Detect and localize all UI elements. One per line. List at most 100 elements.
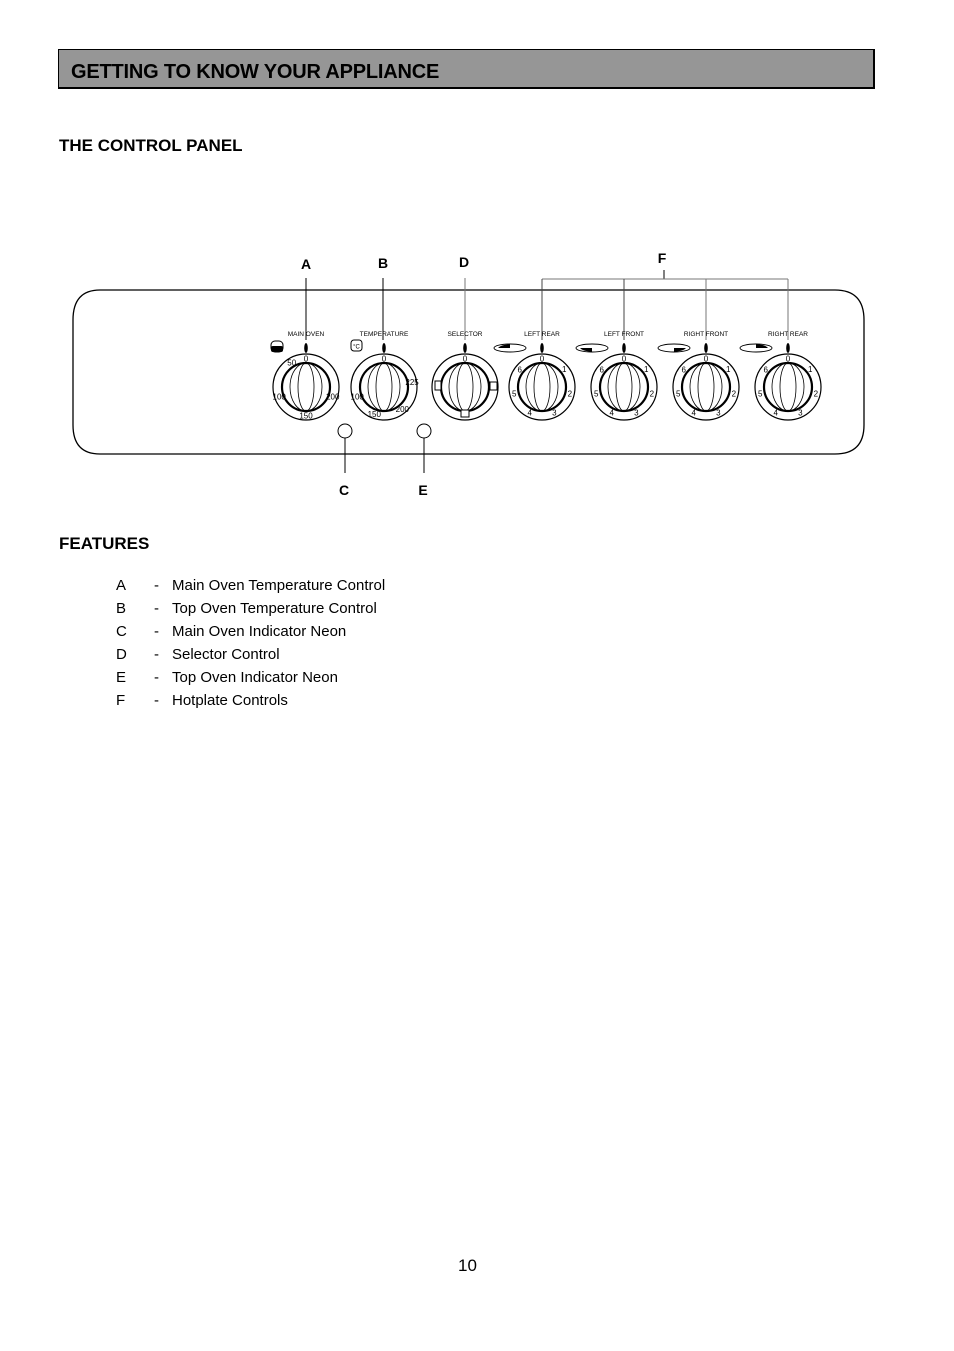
knob-label: LEFT REAR <box>524 331 560 338</box>
knob-scale-mark: 4 <box>527 409 532 418</box>
feature-letter: D <box>116 646 127 663</box>
knob-right-rear[interactable]: RIGHT REAR 0 1 2 3 4 5 6 <box>739 331 822 421</box>
callout-f: F <box>658 250 667 266</box>
knob-scale-mark: 0 <box>786 355 791 364</box>
selector-mode-icon <box>434 380 442 391</box>
pointer-marker-icon <box>540 343 544 353</box>
feature-letter: F <box>116 692 126 709</box>
knob-scale-mark: 100 <box>351 393 365 402</box>
knob-label: TEMPERATURE <box>360 331 409 338</box>
feature-letter: E <box>116 669 127 686</box>
knob-scale-mark: 6 <box>763 365 768 374</box>
feature-text: Top Oven Temperature Control <box>172 600 377 617</box>
knob-scale-mark: 2 <box>650 389 655 398</box>
knob-scale-mark: 3 <box>552 409 557 418</box>
knob-scale-mark: 100 <box>273 393 287 402</box>
feature-text: Top Oven Indicator Neon <box>172 669 338 686</box>
knob-scale-mark: 0 <box>704 355 709 364</box>
oven-icon-fill <box>271 346 283 352</box>
pointer-marker-icon <box>382 343 386 353</box>
knob-scale-mark: 50 <box>287 358 296 367</box>
knob-scale-mark: 0 <box>540 355 545 364</box>
top-oven-indicator-neon <box>416 423 432 439</box>
knob-scale-mark: 5 <box>594 389 599 398</box>
knob-scale-mark: 200 <box>396 405 410 414</box>
knob-scale-mark: 0 <box>304 355 309 364</box>
pointer-marker-icon <box>704 343 708 353</box>
page-number: 10 <box>458 1256 477 1275</box>
feature-dash: - <box>154 623 159 640</box>
callout-a: A <box>301 256 311 272</box>
celsius-glyph: °C <box>353 345 360 351</box>
pointer-marker-icon <box>304 343 308 353</box>
knob-scale-mark: 4 <box>773 409 778 418</box>
feature-dash: - <box>154 692 159 709</box>
knob-scale-mark: 6 <box>599 365 604 374</box>
pointer-marker-icon <box>463 343 467 353</box>
knob-scale-mark: 4 <box>609 409 614 418</box>
knob-scale-mark: 0 <box>463 355 468 364</box>
knob-right-front[interactable]: RIGHT FRONT 0 1 2 3 4 5 6 <box>657 331 740 421</box>
knob-scale-mark: 3 <box>634 409 639 418</box>
feature-item: C - Main Oven Indicator Neon <box>116 623 385 646</box>
selector-mode-icon <box>460 409 470 418</box>
knob-temperature[interactable]: TEMPERATURE 0 100150 200 225 °C <box>350 331 420 421</box>
feature-text: Main Oven Temperature Control <box>172 577 386 594</box>
callout-c: C <box>339 482 349 498</box>
control-panel-diagram: A B D F C E MAIN OVEN050100150200TEMPERA… <box>72 250 865 498</box>
feature-item: F - Hotplate Controls <box>116 692 385 715</box>
selector-mode-icon <box>489 381 498 391</box>
knob-scale-mark: 6 <box>681 365 686 374</box>
knob-scale-mark: 225 <box>405 378 419 387</box>
knob-scale-mark: 2 <box>814 389 819 398</box>
feature-letter: A <box>116 577 127 594</box>
knob-scale-mark: 0 <box>622 355 627 364</box>
knob-label: SELECTOR <box>448 331 483 338</box>
knob-label: LEFT FRONT <box>604 331 644 338</box>
knob-scale-mark: 1 <box>726 365 731 374</box>
knob-main-oven[interactable]: MAIN OVEN 0 50 100 150 200 <box>270 331 340 421</box>
feature-text: Main Oven Indicator Neon <box>172 623 347 640</box>
knob-scale-mark: 1 <box>644 365 649 374</box>
knob-label: RIGHT REAR <box>768 331 808 338</box>
knob-scale-mark: 200 <box>326 393 340 402</box>
page-title: GETTING TO KNOW YOUR APPLIANCE <box>71 61 440 83</box>
feature-dash: - <box>154 646 159 663</box>
feature-text: Selector Control <box>172 646 280 663</box>
callout-e: E <box>418 482 427 498</box>
knob-scale-mark: 4 <box>691 409 696 418</box>
knob-scale-mark: 150 <box>299 412 313 421</box>
feature-dash: - <box>154 600 159 617</box>
main-oven-indicator-neon <box>337 423 353 439</box>
knob-scale-mark: 2 <box>732 389 737 398</box>
feature-dash: - <box>154 669 159 686</box>
knob-selector[interactable]: SELECTOR 0 <box>431 331 499 421</box>
knob-scale-mark: 5 <box>512 389 517 398</box>
knob-scale-mark: 3 <box>716 409 721 418</box>
features-list: A - Main Oven Temperature Control B - To… <box>116 577 385 715</box>
callout-d: D <box>459 254 469 270</box>
knob-scale-mark: 150 <box>368 410 382 419</box>
knob-left-rear[interactable]: LEFT REAR 0 1 2 3 4 5 6 <box>493 331 576 421</box>
feature-item: D - Selector Control <box>116 646 385 669</box>
knob-scale-mark: 6 <box>517 365 522 374</box>
knob-scale-mark: 1 <box>562 365 567 374</box>
knob-scale-mark: 2 <box>568 389 573 398</box>
knob-label: MAIN OVEN <box>288 331 325 338</box>
feature-item: B - Top Oven Temperature Control <box>116 600 385 623</box>
pointer-marker-icon <box>622 343 626 353</box>
feature-item: A - Main Oven Temperature Control <box>116 577 385 600</box>
knob-scale-mark: 5 <box>758 389 763 398</box>
knob-label: RIGHT FRONT <box>684 331 728 338</box>
features-heading: FEATURES <box>59 534 150 553</box>
feature-item: E - Top Oven Indicator Neon <box>116 669 385 692</box>
feature-letter: B <box>116 600 127 617</box>
feature-text: Hotplate Controls <box>172 692 288 709</box>
control-panel-heading: THE CONTROL PANEL <box>59 136 243 155</box>
callout-b: B <box>378 255 388 271</box>
feature-letter: C <box>116 623 127 640</box>
section-header-bar: GETTING TO KNOW YOUR APPLIANCE <box>58 49 875 89</box>
knob-left-front[interactable]: LEFT FRONT 0 1 2 3 4 5 6 <box>575 331 658 421</box>
knob-scale-mark: 3 <box>798 409 803 418</box>
feature-dash: - <box>154 577 159 594</box>
